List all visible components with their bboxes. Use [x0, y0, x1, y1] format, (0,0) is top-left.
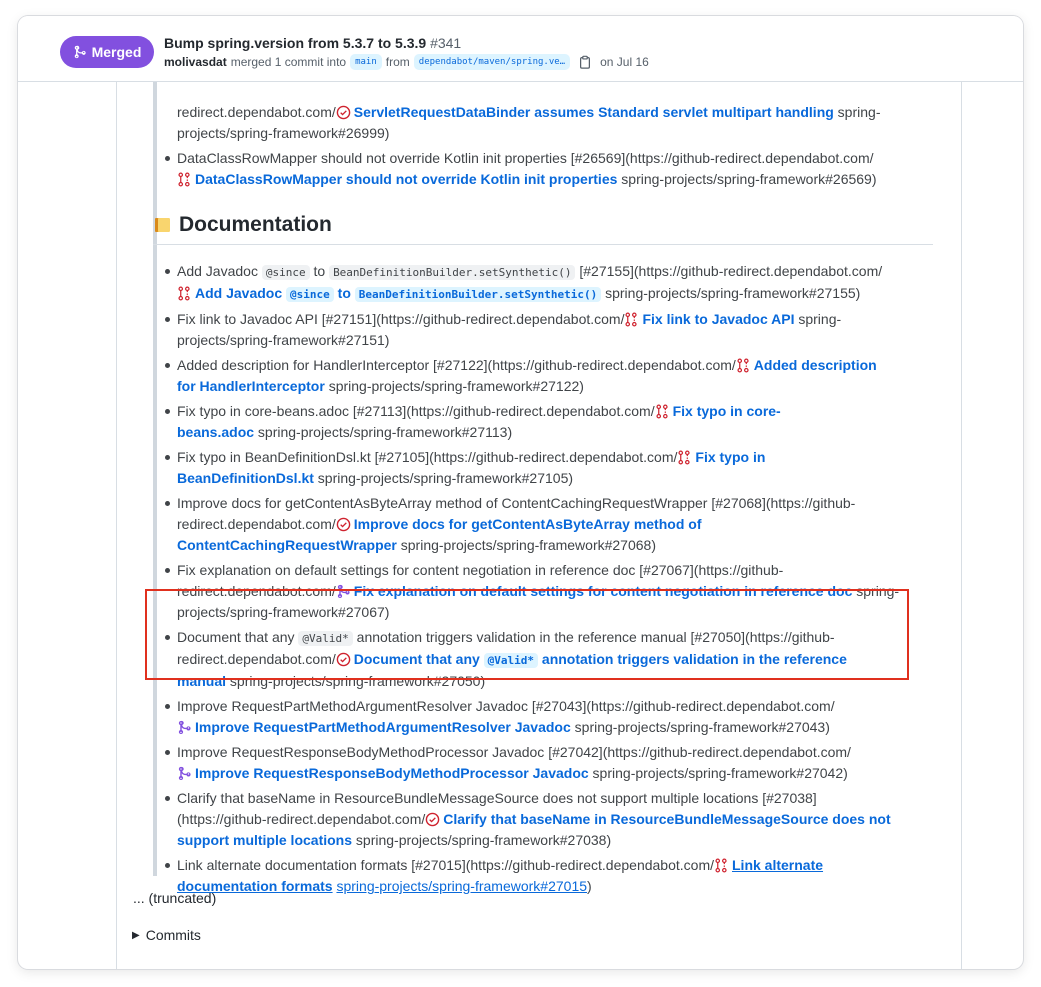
- issue-link-continued[interactable]: ContentCachingRequestWrapper: [177, 537, 397, 553]
- issue-link-continued[interactable]: manual: [177, 673, 226, 689]
- copy-icon[interactable]: [578, 55, 592, 69]
- list-item: Fix link to Javadoc API [#27151](https:/…: [165, 309, 957, 351]
- git-merge-purple-icon: [178, 766, 191, 781]
- pr-link[interactable]: Improve RequestResponseBodyMethodProcess…: [195, 765, 589, 781]
- closed-check-icon: [336, 105, 351, 120]
- pr-author[interactable]: molivasdat: [164, 55, 227, 69]
- merged-text: merged 1 commit into: [230, 55, 347, 69]
- pr-link[interactable]: Fix explanation on default settings for …: [354, 583, 853, 599]
- list-item: Link alternate documentation formats [#2…: [165, 855, 957, 897]
- git-merge-icon: [74, 45, 86, 59]
- issue-link-continued[interactable]: support multiple locations: [177, 832, 352, 848]
- pr-meta: molivasdat merged 1 commit into main fro…: [164, 54, 649, 70]
- list-item: Add Javadoc @since to BeanDefinitionBuil…: [165, 261, 957, 305]
- issue-link[interactable]: Add Javadoc @since to BeanDefinitionBuil…: [195, 285, 602, 302]
- pr-title: Bump spring.version from 5.3.7 to 5.3.9 …: [164, 35, 461, 51]
- pr-description: redirect.dependabot.com/ServletRequestDa…: [116, 82, 962, 969]
- list-item: Clarify that baseName in ResourceBundleM…: [165, 788, 957, 851]
- issue-link[interactable]: DataClassRowMapper should not override K…: [195, 171, 617, 187]
- issue-closed-icon: [715, 858, 727, 873]
- base-branch[interactable]: main: [350, 54, 382, 70]
- merged-status-badge: Merged: [60, 36, 154, 68]
- list-item: Fix explanation on default settings for …: [165, 560, 957, 623]
- from-text: from: [385, 55, 410, 69]
- pr-number[interactable]: #341: [430, 35, 461, 51]
- issue-reference-link[interactable]: spring-projects/spring-framework#27015: [336, 878, 587, 894]
- merge-date: on Jul 16: [600, 55, 649, 69]
- merged-status-label: Merged: [91, 44, 142, 60]
- issue-link[interactable]: Added description: [754, 357, 877, 373]
- book-emoji-icon: [155, 217, 170, 232]
- documentation-list: Add Javadoc @since to BeanDefinitionBuil…: [165, 261, 957, 897]
- issue-link[interactable]: ServletRequestDataBinder assumes Standar…: [354, 104, 834, 120]
- pr-sticky-header: Merged Bump spring.version from 5.3.7 to…: [18, 16, 1023, 82]
- list-item: Fix typo in core-beans.adoc [#27113](htt…: [165, 401, 957, 443]
- list-item: Improve docs for getContentAsByteArray m…: [165, 493, 957, 556]
- list-item: Document that any @Valid* annotation tri…: [165, 627, 957, 692]
- issue-link[interactable]: Improve docs for getContentAsByteArray m…: [354, 516, 702, 532]
- issue-closed-icon: [625, 312, 638, 327]
- documentation-heading-text: Documentation: [179, 212, 332, 236]
- closed-check-icon: [336, 652, 351, 667]
- issue-link[interactable]: Fix typo in: [695, 449, 765, 465]
- list-item: Added description for HandlerInterceptor…: [165, 355, 957, 397]
- commits-label: Commits: [145, 927, 201, 943]
- documentation-heading: Documentation: [153, 205, 933, 245]
- disclosure-triangle-icon: ▶: [132, 929, 140, 941]
- issue-closed-icon: [656, 404, 668, 419]
- pr-link[interactable]: Improve RequestPartMethodArgumentResolve…: [195, 719, 571, 735]
- list-item: Improve RequestResponseBodyMethodProcess…: [165, 742, 957, 784]
- issue-link-continued[interactable]: beans.adoc: [177, 424, 254, 440]
- commits-disclosure[interactable]: ▶ Commits: [132, 927, 201, 943]
- issue-link[interactable]: Fix typo in core-: [673, 403, 781, 419]
- issue-closed-icon: [737, 358, 749, 373]
- blockquote-bar: [153, 82, 157, 876]
- git-merge-purple-icon: [178, 720, 191, 735]
- issue-link[interactable]: Fix link to Javadoc API: [642, 311, 794, 327]
- list-item: Fix typo in BeanDefinitionDsl.kt [#27105…: [165, 447, 957, 489]
- git-merge-purple-icon: [337, 584, 350, 599]
- issue-link[interactable]: Link alternate: [732, 857, 823, 873]
- fixes-list: redirect.dependabot.com/ServletRequestDa…: [165, 102, 957, 190]
- truncated-note: ... (truncated): [133, 890, 217, 906]
- issue-closed-icon: [178, 172, 190, 187]
- closed-check-icon: [425, 812, 440, 827]
- issue-link[interactable]: Clarify that baseName in ResourceBundleM…: [443, 811, 890, 827]
- issue-link-continued[interactable]: for HandlerInterceptor: [177, 378, 325, 394]
- list-item: DataClassRowMapper should not override K…: [165, 148, 957, 190]
- list-item: Improve RequestPartMethodArgumentResolve…: [165, 696, 957, 738]
- pr-window: Merged Bump spring.version from 5.3.7 to…: [18, 16, 1023, 969]
- issue-link-continued[interactable]: BeanDefinitionDsl.kt: [177, 470, 314, 486]
- issue-closed-icon: [678, 450, 690, 465]
- issue-closed-icon: [178, 286, 190, 301]
- issue-link[interactable]: Document that any @Valid* annotation tri…: [354, 651, 847, 668]
- list-item: redirect.dependabot.com/ServletRequestDa…: [177, 104, 881, 141]
- closed-check-icon: [336, 517, 351, 532]
- pr-title-text: Bump spring.version from 5.3.7 to 5.3.9: [164, 35, 427, 51]
- head-branch[interactable]: dependabot/maven/spring.ve…: [413, 54, 571, 70]
